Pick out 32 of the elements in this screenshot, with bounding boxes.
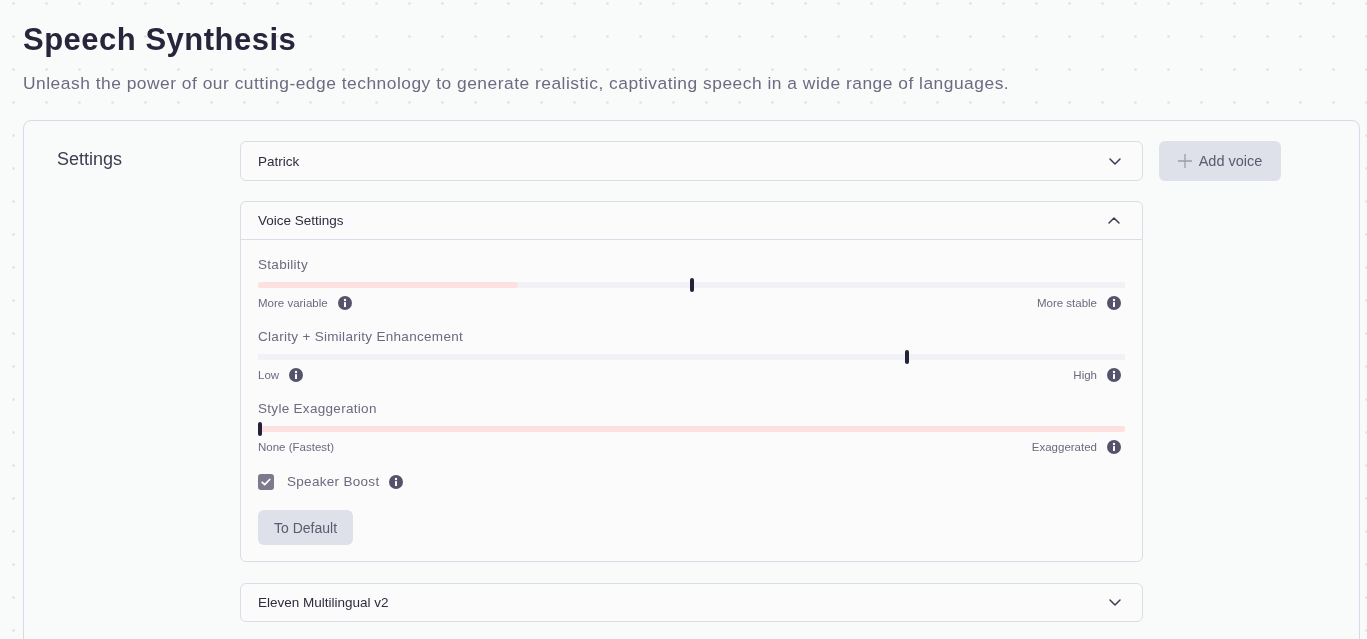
checkbox-label: Speaker Boost	[287, 474, 380, 490]
page-title: Speech Synthesis	[23, 22, 297, 58]
info-icon[interactable]	[337, 296, 352, 310]
chevron-down-icon	[1109, 157, 1121, 165]
info-icon[interactable]	[1107, 440, 1121, 454]
info-icon[interactable]	[389, 475, 404, 489]
slider-max-label: More stable	[1036, 296, 1097, 310]
page-subtitle: Unleash the power of our cutting-edge technology to generate realistic, captivating speech in a wide range of languages.	[23, 72, 1010, 95]
slider-label: Stability	[258, 256, 308, 274]
model-dropdown[interactable]: Eleven Multilingual v2	[240, 583, 1143, 622]
section-label: Settings	[57, 149, 123, 169]
info-icon[interactable]	[289, 368, 304, 382]
slider-max-label: Exaggerated	[1031, 440, 1097, 454]
slider-max-label: High	[1073, 368, 1097, 382]
slider-label: Clarity + Similarity Enhancement	[258, 328, 464, 346]
voice-dropdown[interactable]: Patrick	[240, 141, 1143, 181]
slider-min-label: More variable	[258, 296, 328, 310]
slider-min-label: None (Fastest)	[258, 440, 335, 454]
chevron-up-icon	[1108, 217, 1120, 224]
slider-thumb[interactable]	[905, 350, 910, 364]
slider-thumb[interactable]	[258, 422, 262, 436]
info-icon[interactable]	[1107, 368, 1121, 382]
slider-label: Style Exaggeration	[258, 400, 377, 418]
info-icon[interactable]	[1107, 296, 1121, 310]
voice-settings-header[interactable]: Voice Settings	[241, 202, 1142, 240]
slider-thumb[interactable]	[689, 278, 694, 292]
chevron-down-icon	[1109, 599, 1121, 606]
slider-min-label: Low	[258, 368, 280, 382]
checkbox[interactable]	[258, 474, 274, 490]
plus-icon	[1177, 154, 1192, 168]
to-default-button[interactable]: To Default	[258, 510, 354, 545]
add-voice-button[interactable]: Add voice	[1159, 141, 1281, 181]
